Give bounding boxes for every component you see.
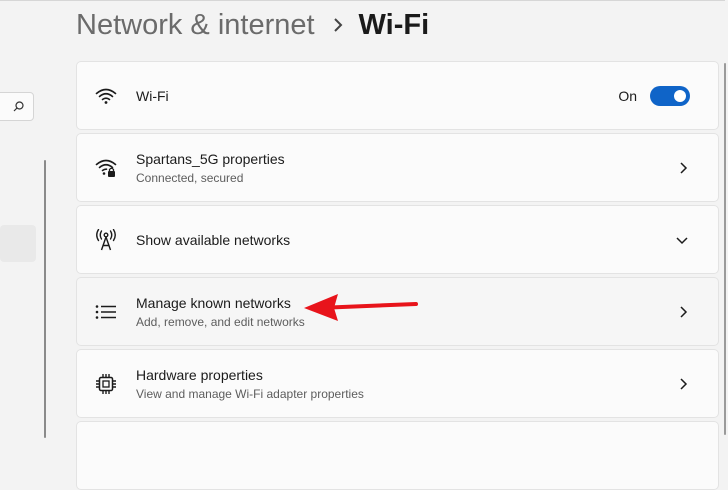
annotation-arrow	[304, 294, 418, 321]
network-properties-title: Spartans_5G properties	[136, 150, 285, 167]
wifi-secured-icon	[95, 157, 117, 179]
settings-search-box[interactable]	[0, 92, 34, 121]
chip-icon	[95, 373, 117, 395]
breadcrumb: Network & internet Wi-Fi	[76, 5, 429, 45]
network-properties-card[interactable]: Spartans_5G properties Connected, secure…	[76, 133, 719, 202]
hardware-properties-description: View and manage Wi-Fi adapter properties	[136, 386, 364, 401]
chevron-right-icon	[680, 377, 688, 390]
antenna-icon	[95, 228, 117, 251]
wifi-title: Wi-Fi	[136, 87, 169, 104]
chevron-right-icon	[680, 305, 688, 318]
wifi-icon	[95, 85, 117, 107]
show-available-networks-title: Show available networks	[136, 231, 291, 248]
show-available-networks-card[interactable]: Show available networks	[76, 205, 719, 274]
hardware-properties-title: Hardware properties	[136, 366, 263, 383]
wifi-toggle-label: On	[618, 87, 637, 104]
wifi-toggle-switch[interactable]	[650, 85, 690, 106]
chevron-right-icon	[680, 161, 688, 174]
nav-item-selected[interactable]	[0, 225, 36, 262]
manage-known-networks-description: Add, remove, and edit networks	[136, 314, 305, 329]
window-top-border	[0, 0, 728, 1]
hardware-properties-card[interactable]: Hardware properties View and manage Wi-F…	[76, 349, 719, 418]
list-icon	[95, 301, 117, 323]
chevron-down-icon	[676, 236, 688, 244]
chevron-right-icon	[333, 17, 343, 33]
manage-known-networks-title: Manage known networks	[136, 294, 291, 311]
main-scrollbar[interactable]	[724, 63, 726, 435]
toggle-knob	[674, 89, 686, 102]
wifi-toggle-card: Wi-Fi On	[76, 61, 719, 130]
page-title: Wi-Fi	[358, 8, 430, 41]
next-settings-card[interactable]	[76, 421, 719, 490]
navigation-pane	[0, 0, 60, 438]
search-icon	[13, 101, 24, 112]
nav-scrollbar[interactable]	[44, 160, 46, 438]
network-status-text: Connected, secured	[136, 170, 244, 185]
breadcrumb-parent[interactable]: Network & internet	[76, 9, 315, 42]
